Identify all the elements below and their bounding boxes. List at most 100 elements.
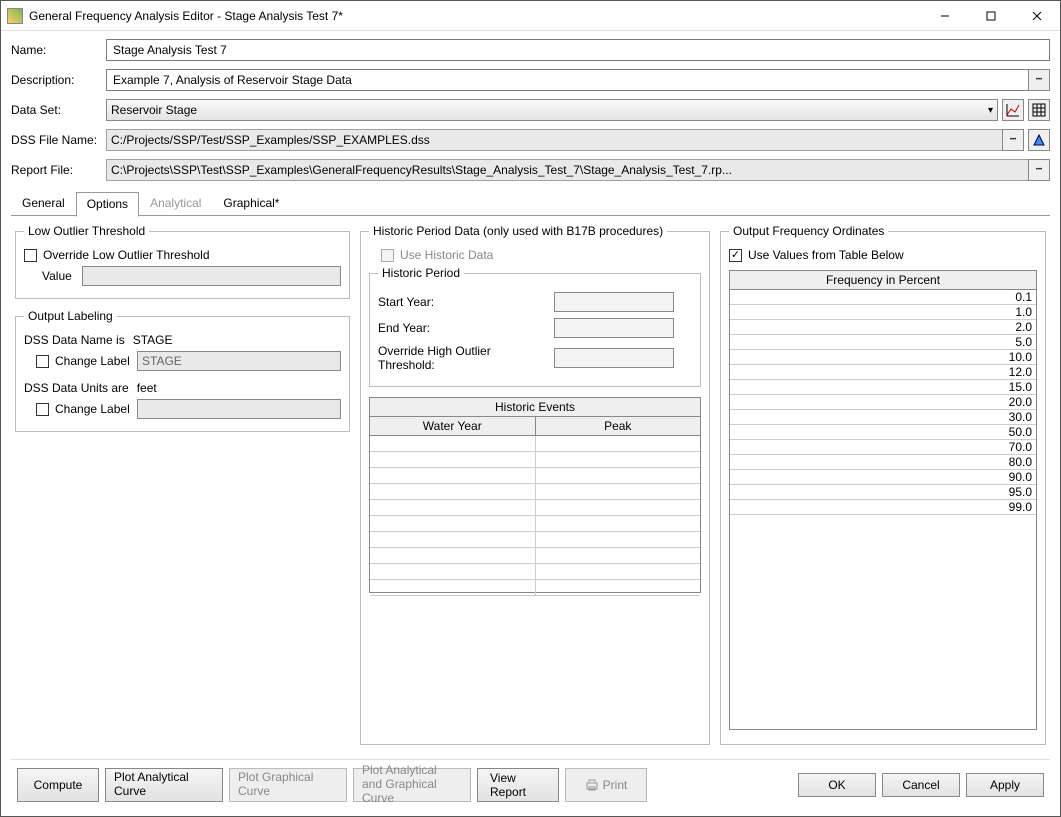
compute-button[interactable]: Compute	[17, 768, 99, 802]
output-frequency-group: Output Frequency Ordinates Use Values fr…	[720, 224, 1046, 745]
printer-icon	[585, 778, 599, 792]
historic-events-title: Historic Events	[370, 398, 700, 417]
table-dataset-icon[interactable]	[1028, 99, 1050, 121]
low-outlier-value-label: Value	[42, 269, 82, 283]
minimize-button[interactable]	[922, 1, 968, 31]
dssfile-input[interactable]: C:/Projects/SSP/Test/SSP_Examples/SSP_EX…	[106, 129, 1003, 151]
frequency-row[interactable]: 95.0	[730, 485, 1036, 500]
use-historic-data-label: Use Historic Data	[400, 248, 493, 262]
tab-strip: General Options Analytical Graphical*	[11, 191, 1050, 216]
frequency-row[interactable]: 30.0	[730, 410, 1036, 425]
output-labeling-group: Output Labeling DSS Data Name is STAGE C…	[15, 309, 350, 432]
frequency-table[interactable]: Frequency in Percent 0.11.02.05.010.012.…	[729, 270, 1037, 730]
reportfile-label: Report File:	[11, 163, 106, 177]
dss-name-value: STAGE	[133, 333, 173, 347]
historic-events-rows	[370, 436, 700, 596]
close-button[interactable]	[1014, 1, 1060, 31]
tab-general[interactable]: General	[11, 191, 76, 216]
end-year-input	[554, 318, 674, 338]
description-input[interactable]	[106, 69, 1029, 91]
window-controls	[922, 1, 1060, 31]
description-label: Description:	[11, 73, 106, 87]
override-high-outlier-label: Override High Outlier Threshold:	[378, 344, 548, 372]
historic-period-inner-legend: Historic Period	[378, 266, 464, 280]
frequency-row[interactable]: 1.0	[730, 305, 1036, 320]
chevron-down-icon: ▾	[988, 105, 993, 116]
frequency-row[interactable]: 12.0	[730, 365, 1036, 380]
tab-graphical[interactable]: Graphical*	[212, 191, 290, 216]
frequency-row[interactable]: 10.0	[730, 350, 1036, 365]
name-label: Name:	[11, 43, 106, 57]
change-units-label-text: Change Label	[55, 402, 137, 416]
dssfile-label: DSS File Name:	[11, 133, 106, 147]
frequency-row[interactable]: 5.0	[730, 335, 1036, 350]
historic-period-legend: Historic Period Data (only used with B17…	[369, 224, 667, 238]
reportfile-browse-button[interactable]: •••	[1028, 159, 1050, 181]
override-low-outlier-checkbox[interactable]	[24, 249, 37, 262]
frequency-row[interactable]: 50.0	[730, 425, 1036, 440]
reportfile-input[interactable]: C:\Projects\SSP\Test\SSP_Examples\Genera…	[106, 159, 1029, 181]
use-values-from-table-label: Use Values from Table Below	[748, 248, 904, 262]
low-outlier-group: Low Outlier Threshold Override Low Outli…	[15, 224, 350, 299]
frequency-row[interactable]: 20.0	[730, 395, 1036, 410]
output-frequency-legend: Output Frequency Ordinates	[729, 224, 888, 238]
end-year-label: End Year:	[378, 321, 548, 335]
plot-dssfile-icon[interactable]	[1028, 129, 1050, 151]
frequency-row[interactable]: 70.0	[730, 440, 1036, 455]
cancel-button[interactable]: Cancel	[882, 773, 960, 797]
start-year-input	[554, 292, 674, 312]
dataset-value: Reservoir Stage	[111, 103, 197, 117]
use-values-from-table-checkbox[interactable]	[729, 249, 742, 262]
historic-events-table: Historic Events Water Year Peak	[369, 397, 701, 593]
frequency-row[interactable]: 90.0	[730, 470, 1036, 485]
dataset-label: Data Set:	[11, 103, 106, 117]
apply-button[interactable]: Apply	[966, 773, 1044, 797]
change-name-label-text: Change Label	[55, 354, 137, 368]
dss-name-is-label: DSS Data Name is	[24, 333, 125, 347]
frequency-row[interactable]: 0.1	[730, 290, 1036, 305]
app-icon	[7, 8, 23, 24]
description-browse-button[interactable]: •••	[1028, 69, 1050, 91]
content-area: Name: Description: ••• Data Set: Reservo…	[1, 31, 1060, 816]
tab-analytical: Analytical	[139, 191, 212, 216]
output-labeling-legend: Output Labeling	[24, 309, 117, 323]
titlebar: General Frequency Analysis Editor - Stag…	[1, 1, 1060, 31]
dataset-combo[interactable]: Reservoir Stage ▾	[106, 99, 998, 121]
use-historic-data-checkbox	[381, 249, 394, 262]
frequency-row[interactable]: 80.0	[730, 455, 1036, 470]
tab-options[interactable]: Options	[76, 192, 139, 217]
peak-header: Peak	[536, 417, 701, 435]
print-button: Print	[565, 768, 647, 802]
plot-analytical-curve-button[interactable]: Plot Analytical Curve	[105, 768, 223, 802]
frequency-row[interactable]: 99.0	[730, 500, 1036, 515]
historic-period-inner-group: Historic Period Start Year: End Year: Ov…	[369, 266, 701, 387]
historic-period-group: Historic Period Data (only used with B17…	[360, 224, 710, 745]
low-outlier-value-input	[82, 266, 341, 286]
override-low-outlier-label: Override Low Outlier Threshold	[43, 248, 210, 262]
window-title: General Frequency Analysis Editor - Stag…	[29, 9, 922, 23]
low-outlier-legend: Low Outlier Threshold	[24, 224, 149, 238]
options-panel: Low Outlier Threshold Override Low Outli…	[11, 215, 1050, 759]
plot-dataset-icon[interactable]	[1002, 99, 1024, 121]
ok-button[interactable]: OK	[798, 773, 876, 797]
frequency-header: Frequency in Percent	[730, 271, 1036, 290]
start-year-label: Start Year:	[378, 295, 548, 309]
water-year-header: Water Year	[370, 417, 536, 435]
override-high-outlier-input	[554, 348, 674, 368]
editor-window: General Frequency Analysis Editor - Stag…	[0, 0, 1061, 817]
dssfile-browse-button[interactable]: •••	[1002, 129, 1024, 151]
change-name-label-input: STAGE	[137, 351, 341, 371]
frequency-body: 0.11.02.05.010.012.015.020.030.050.070.0…	[730, 290, 1036, 729]
dss-units-are-label: DSS Data Units are	[24, 381, 129, 395]
change-units-label-checkbox[interactable]	[36, 403, 49, 416]
change-name-label-checkbox[interactable]	[36, 355, 49, 368]
dss-units-value: feet	[137, 381, 157, 395]
plot-graphical-curve-button: Plot Graphical Curve	[229, 768, 347, 802]
maximize-button[interactable]	[968, 1, 1014, 31]
view-report-button[interactable]: View Report	[477, 768, 559, 802]
frequency-row[interactable]: 2.0	[730, 320, 1036, 335]
change-units-label-input	[137, 399, 341, 419]
name-input[interactable]	[106, 39, 1050, 61]
bottom-bar: Compute Plot Analytical Curve Plot Graph…	[11, 759, 1050, 810]
frequency-row[interactable]: 15.0	[730, 380, 1036, 395]
